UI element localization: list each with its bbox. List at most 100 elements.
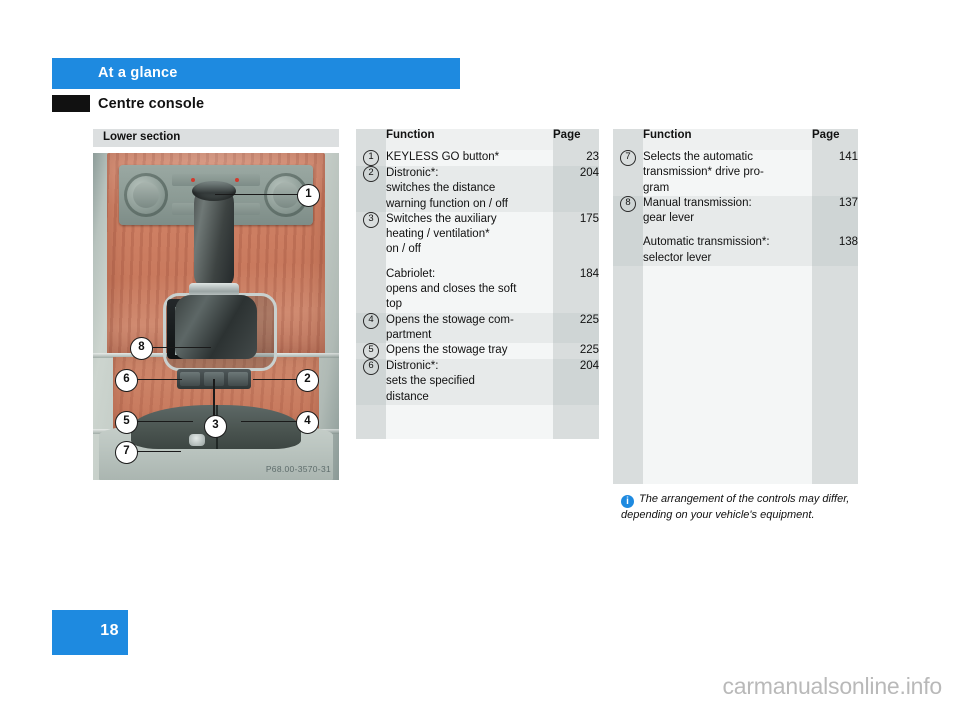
leader-line-6 — [136, 379, 182, 381]
page-spacer — [553, 242, 599, 257]
row-callout-number: 7 — [613, 150, 643, 196]
leader-line-5 — [137, 421, 193, 423]
figure-block: Lower section P68.00-3570-31 1 8 7 6 3 5… — [93, 129, 339, 480]
function-text-line: distance — [386, 390, 429, 403]
distronic-switch — [228, 372, 248, 386]
callout-5: 5 — [115, 411, 138, 434]
page-spacer — [553, 390, 599, 405]
table-row: 2 Distronic*: switches the distance warning… — [356, 166, 599, 212]
callout-number-badge: 8 — [620, 195, 636, 212]
leader-line-3 — [213, 379, 215, 419]
page-spacer — [553, 297, 599, 312]
function-text-line: Distronic*: — [386, 167, 439, 179]
page-number-box: 18 — [52, 610, 128, 655]
filler-cell — [643, 265, 812, 484]
page-spacer — [812, 165, 858, 180]
callout-1: 1 — [297, 184, 320, 207]
column-header-number — [356, 129, 386, 150]
function-text-line: Switches the auxiliary — [386, 212, 497, 225]
figure-caption-label: Lower section — [103, 131, 181, 143]
callout-6: 6 — [115, 369, 138, 392]
table-header-row: Function Page — [613, 129, 858, 150]
keyless-go-button — [192, 181, 236, 201]
info-icon: i — [621, 495, 634, 508]
function-text-line: Selects the automatic — [643, 151, 753, 163]
column-header-page: Page — [553, 129, 599, 150]
page-title: Centre console — [98, 96, 205, 112]
table-row: 5 Opens the stowage tray 225 — [356, 343, 599, 360]
row-page-number: 204 — [553, 359, 599, 405]
row-page-number: 175 184 — [553, 211, 599, 313]
function-table-2-grid: Function Page 7 Selects the automatic tran… — [613, 129, 858, 484]
function-table-2: Function Page 7 Selects the automatic tran… — [613, 129, 858, 484]
column-header-page: Page — [812, 129, 858, 150]
equipment-note: i The arrangement of the controls may dif… — [621, 492, 871, 524]
function-text-line: Opens the stowage com- — [386, 313, 514, 326]
row-page-number: 204 — [553, 166, 599, 212]
leader-line-8 — [153, 347, 211, 349]
function-text-line: gram — [643, 181, 670, 194]
row-callout-number: 4 — [356, 312, 386, 344]
page-spacer — [553, 227, 599, 242]
page-spacer — [812, 211, 858, 226]
table-filler-row — [356, 404, 599, 439]
page-reference: 204 — [579, 360, 599, 373]
row-function-text: Manual transmission: gear lever Automatic … — [643, 195, 812, 266]
page-spacer — [553, 328, 599, 343]
page-spacer — [553, 197, 599, 212]
page-spacer — [812, 251, 858, 266]
row-function-text: KEYLESS GO button* — [386, 150, 553, 166]
function-text-line: heating / ventilation* — [386, 228, 490, 241]
climate-dial-left — [124, 173, 168, 217]
row-page-number: 141 — [812, 150, 858, 196]
function-text-line: Automatic transmission*: — [643, 236, 770, 249]
page-spacer — [553, 282, 599, 297]
function-table-1: Function Page 1 KEYLESS GO button* 23 2 Dist… — [356, 129, 599, 439]
function-table-1-grid: Function Page 1 KEYLESS GO button* 23 2 Dist… — [356, 129, 599, 439]
function-text-line: on / off — [386, 243, 421, 256]
callout-number-badge: 2 — [363, 166, 379, 182]
callout-number-badge: 4 — [363, 312, 379, 329]
climate-indicator-led-right — [235, 178, 239, 182]
filler-cell — [356, 404, 386, 439]
watermark: carmanualsonline.info — [722, 673, 942, 699]
entry-gap — [386, 258, 553, 267]
chapter-tab-marker — [52, 95, 90, 112]
page-reference: 225 — [579, 344, 599, 357]
callout-number-badge: 6 — [363, 359, 379, 376]
page-reference: 23 — [586, 151, 599, 163]
page-number: 18 — [100, 622, 119, 639]
page-spacer — [812, 181, 858, 196]
table-row: 3 Switches the auxiliary heating / ventila… — [356, 211, 599, 313]
function-text-line: top — [386, 298, 402, 311]
entry-gap — [812, 226, 858, 235]
leader-line-7 — [135, 451, 181, 453]
figure-caption-bar: Lower section — [93, 129, 339, 147]
callout-number-badge: 5 — [363, 343, 379, 360]
row-page-number: 225 — [553, 312, 599, 344]
chapter-header-bar: At a glance — [52, 58, 460, 89]
table-row: 4 Opens the stowage com-partment 225 — [356, 312, 599, 344]
row-page-number: 225 — [553, 343, 599, 360]
function-text-line: Distronic*: — [386, 360, 439, 373]
function-text-line: selector lever — [643, 251, 712, 264]
callout-3: 3 — [204, 415, 227, 438]
table-row: 1 KEYLESS GO button* 23 — [356, 150, 599, 166]
page-spacer — [553, 374, 599, 389]
leader-line-4 — [241, 421, 299, 423]
callout-number-badge: 1 — [363, 150, 379, 166]
function-text-line: Opens the stowage tray — [386, 344, 508, 357]
row-callout-number: 2 — [356, 166, 386, 212]
entry-gap — [643, 226, 812, 235]
page-spacer — [553, 181, 599, 196]
table-row: 7 Selects the automatic transmission* driv… — [613, 150, 858, 196]
gear-lever-boot — [175, 295, 257, 359]
row-callout-number: 3 — [356, 211, 386, 313]
function-table-2-body: 7 Selects the automatic transmission* driv… — [613, 150, 858, 484]
function-text-line: Cabriolet: — [386, 267, 436, 280]
page-reference: 137 — [838, 196, 858, 209]
row-page-number: 23 — [553, 150, 599, 166]
row-function-text: Opens the stowage tray — [386, 343, 553, 360]
callout-number-badge: 3 — [363, 211, 379, 228]
function-text-line: transmission* drive pro- — [643, 166, 764, 179]
